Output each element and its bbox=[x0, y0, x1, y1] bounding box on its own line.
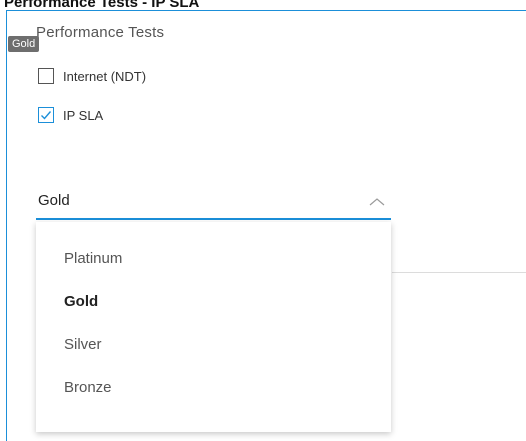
checkbox-checked-icon[interactable] bbox=[38, 107, 54, 123]
select-value: Gold bbox=[38, 192, 70, 209]
divider bbox=[392, 272, 526, 273]
ip-sla-option[interactable]: IP SLA bbox=[38, 107, 103, 123]
chevron-up-icon[interactable] bbox=[369, 194, 385, 212]
checkbox-icon[interactable] bbox=[38, 68, 54, 84]
ip-sla-label: IP SLA bbox=[63, 107, 104, 123]
option-bronze[interactable]: Bronze bbox=[64, 379, 112, 396]
dropdown-menu: Platinum Gold Silver Bronze bbox=[36, 222, 391, 432]
internet-ndt-label: Internet (NDT) bbox=[63, 68, 147, 84]
option-platinum[interactable]: Platinum bbox=[64, 250, 122, 267]
option-gold[interactable]: Gold bbox=[64, 293, 98, 310]
internet-ndt-option[interactable]: Internet (NDT) bbox=[38, 68, 146, 84]
option-silver[interactable]: Silver bbox=[64, 336, 102, 353]
sla-class-select[interactable]: Gold bbox=[36, 182, 391, 220]
tooltip: Gold bbox=[8, 36, 40, 52]
section-title: Performance Tests bbox=[36, 24, 165, 41]
